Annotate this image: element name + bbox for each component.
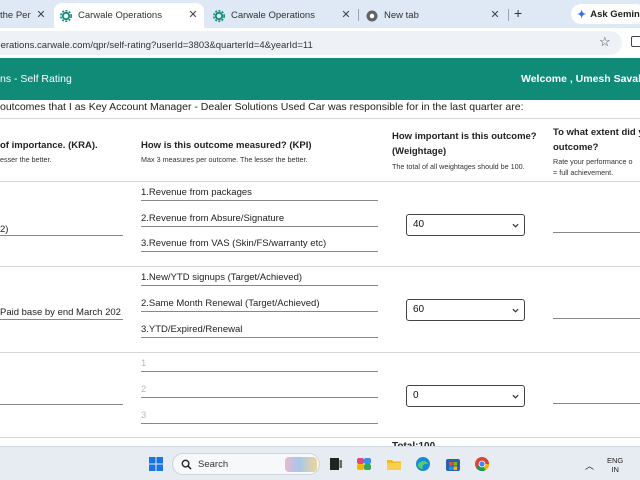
gemini-label: Ask Gemini <box>590 8 640 20</box>
copilot-icon[interactable] <box>356 456 372 472</box>
search-icon <box>181 459 192 470</box>
language-indicator[interactable]: ENG IN <box>607 456 623 474</box>
tab-new-tab[interactable]: New tab ✕ <box>360 3 506 28</box>
kpi-field[interactable]: 3.Revenue from VAS (Skin/FS/warranty etc… <box>141 238 378 252</box>
intro-text: outcomes that I as Key Account Manager -… <box>0 101 524 113</box>
kra-input-line[interactable] <box>0 235 123 236</box>
divider <box>0 181 640 182</box>
kpi-column-title: How is this outcome measured? (KPI) <box>141 140 312 151</box>
extent-input-line[interactable] <box>553 403 640 404</box>
divider <box>0 437 640 438</box>
weightage-select[interactable]: 0 <box>406 385 525 407</box>
tab-label: Carwale Operations <box>78 10 162 21</box>
kpi-column-subtitle: Max 3 measures per outcome. The lesser t… <box>141 155 308 164</box>
task-view-icon[interactable] <box>328 456 344 472</box>
tab-label: New tab <box>384 10 419 21</box>
tab-the-per[interactable]: the Per ✕ <box>0 3 52 28</box>
tab-label: the Per <box>0 10 31 21</box>
chevron-down-icon <box>512 223 519 228</box>
divider <box>0 352 640 353</box>
chrome-icon <box>366 10 378 22</box>
edge-icon[interactable] <box>415 456 431 472</box>
extent-input-line[interactable] <box>553 232 640 233</box>
divider <box>0 266 640 267</box>
kpi-field[interactable]: 2.Revenue from Absure/Signature <box>141 213 378 227</box>
tab-label: Carwale Operations <box>231 10 315 21</box>
extent-column-subtitle: Rate your performance o <box>553 157 633 166</box>
url-text: operations.carwale.com/qpr/self-rating?u… <box>0 40 313 51</box>
weightage-column-title-2: (Weightage) <box>392 146 447 157</box>
kpi-field-placeholder[interactable]: 1 <box>141 358 378 372</box>
browser-tab-strip: the Per ✕ Carwale Operations ✕ Carwale O… <box>0 0 640 28</box>
search-label: Search <box>198 459 229 470</box>
divider <box>0 118 640 119</box>
file-explorer-icon[interactable] <box>386 456 402 472</box>
store-icon[interactable] <box>445 456 461 472</box>
plus-icon[interactable]: + <box>514 6 522 20</box>
windows-taskbar: Search ︿ ENG IN <box>0 446 640 480</box>
side-panel-icon[interactable] <box>631 36 640 47</box>
weightage-value: 0 <box>413 390 419 401</box>
close-icon[interactable]: ✕ <box>36 10 46 21</box>
extent-input-line[interactable] <box>553 318 640 319</box>
kra-input-line[interactable] <box>0 319 123 320</box>
extent-column-title: To what extent did y <box>553 127 640 138</box>
page-title: ns - Self Rating <box>0 73 72 85</box>
tab-carwale-operations[interactable]: Carwale Operations ✕ <box>207 3 357 28</box>
kpi-field[interactable]: 1.Revenue from packages <box>141 187 378 201</box>
windows-start-icon[interactable] <box>148 456 164 472</box>
kpi-field[interactable]: 1.New/YTD signups (Target/Achieved) <box>141 272 378 286</box>
tab-carwale-operations-active[interactable]: Carwale Operations ✕ <box>54 3 204 28</box>
taskbar-search-box[interactable]: Search <box>172 453 320 475</box>
kra-input-line[interactable] <box>0 404 123 405</box>
close-icon[interactable]: ✕ <box>341 10 351 21</box>
ask-gemini-button[interactable]: ✦ Ask Gemini <box>571 4 640 24</box>
language-top: ENG <box>607 456 624 465</box>
app-header: ns - Self Rating Welcome , Umesh Savaliy… <box>0 58 640 100</box>
tab-divider <box>508 9 509 21</box>
weightage-value: 60 <box>413 304 425 315</box>
kpi-field-placeholder[interactable]: 2 <box>141 384 378 398</box>
weightage-select[interactable]: 40 <box>406 214 525 236</box>
kpi-field-placeholder[interactable]: 3 <box>141 410 378 424</box>
weightage-column-subtitle: The total of all weightages should be 10… <box>392 162 525 171</box>
kpi-field[interactable]: 2.Same Month Renewal (Target/Achieved) <box>141 298 378 312</box>
tab-divider <box>358 9 359 21</box>
address-bar[interactable]: operations.carwale.com/qpr/self-rating?u… <box>0 31 622 55</box>
kra-text[interactable]: 2) <box>0 224 8 235</box>
chevron-up-icon[interactable]: ︿ <box>585 459 594 472</box>
gemini-sparkle-icon: ✦ <box>577 8 587 21</box>
close-icon[interactable]: ✕ <box>188 10 198 21</box>
browser-toolbar: operations.carwale.com/qpr/self-rating?u… <box>0 28 640 58</box>
extent-column-title-2: outcome? <box>553 142 599 153</box>
close-icon[interactable]: ✕ <box>490 10 500 21</box>
welcome-user: Welcome , Umesh Savaliya <box>521 73 640 85</box>
language-bottom: IN <box>611 465 619 474</box>
gear-icon <box>213 9 225 22</box>
chevron-down-icon <box>512 394 519 399</box>
weightage-column-title: How important is this outcome? <box>392 131 537 142</box>
search-highlight-image <box>285 457 317 472</box>
kra-column-subtitle: esser the better. <box>0 155 52 164</box>
kra-column-title: of importance. (KRA). <box>0 140 98 151</box>
weightage-value: 40 <box>413 219 425 230</box>
star-icon[interactable]: ☆ <box>599 35 611 49</box>
kra-text[interactable]: Paid base by end March 202 <box>0 307 121 318</box>
weightage-select[interactable]: 60 <box>406 299 525 321</box>
kpi-field[interactable]: 3.YTD/Expired/Renewal <box>141 324 378 338</box>
gear-icon <box>60 9 72 22</box>
chrome-icon[interactable] <box>474 456 490 472</box>
extent-column-subtitle-2: = full achievement. <box>553 168 614 177</box>
chevron-down-icon <box>512 308 519 313</box>
